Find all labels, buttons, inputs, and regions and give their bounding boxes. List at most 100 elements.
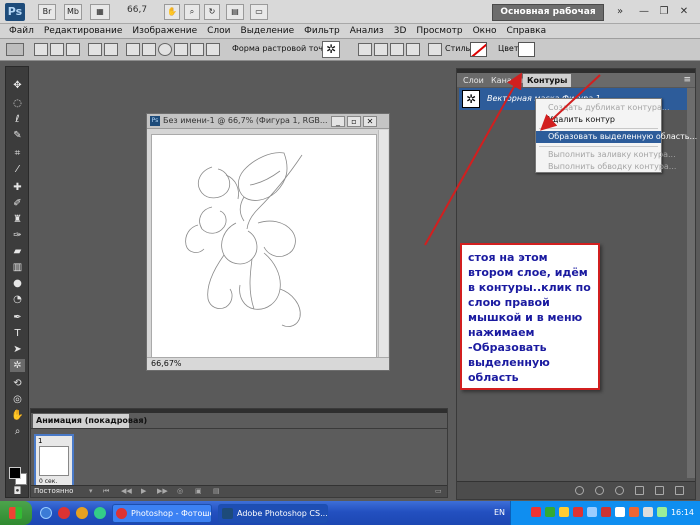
freeform-pen-icon[interactable] (104, 43, 118, 56)
rounded-rectangle-icon[interactable] (142, 43, 156, 56)
menu-image[interactable]: Изображение (127, 24, 202, 39)
style-picker[interactable] (470, 42, 487, 57)
quicklaunch-ie-icon[interactable] (40, 507, 52, 519)
language-indicator[interactable]: EN (494, 508, 505, 517)
tween-icon[interactable]: ◎ (177, 487, 183, 495)
quick-mask-icon[interactable]: ◘ (10, 485, 25, 498)
bridge-button[interactable]: Br (38, 4, 56, 20)
tray-icon[interactable] (587, 507, 597, 517)
healing-brush-icon[interactable]: ✚ (10, 181, 25, 194)
menu-stroke-path[interactable]: Выполнить обводку контура... (536, 161, 676, 173)
pen-tool-icon[interactable]: ✒ (10, 311, 25, 324)
custom-shape-icon[interactable] (206, 43, 220, 56)
animation-tab[interactable]: Анимация (покадровая) (33, 414, 147, 428)
screen-mode-button[interactable]: ▭ (250, 4, 268, 20)
eraser-tool-icon[interactable]: ▰ (10, 245, 25, 258)
marquee-tool-icon[interactable]: ◌ (10, 97, 25, 110)
lasso-tool-icon[interactable]: ℓ (10, 113, 25, 126)
make-work-path-icon[interactable] (635, 486, 644, 495)
dodge-tool-icon[interactable]: ◔ (10, 293, 25, 306)
tray-icon[interactable] (531, 507, 541, 517)
menu-analysis[interactable]: Анализ (345, 24, 389, 39)
pen-tool-icon[interactable] (88, 43, 102, 56)
tray-icon[interactable] (629, 507, 639, 517)
menu-make-selection[interactable]: Образовать выделенную область... (536, 131, 697, 143)
ellipse-shape-icon[interactable] (158, 43, 172, 56)
hand-tool-icon[interactable]: ✋ (10, 409, 25, 422)
zoom-status[interactable]: 66,67% (151, 359, 182, 368)
paths-mode-icon[interactable] (50, 43, 64, 56)
shape-layers-icon[interactable] (34, 43, 48, 56)
3d-orbit-icon[interactable]: ◎ (10, 393, 25, 406)
custom-shape-tool-icon[interactable]: ✲ (10, 359, 25, 372)
menu-file[interactable]: Файл (4, 24, 39, 39)
rectangle-shape-icon[interactable] (126, 43, 140, 56)
quicklaunch-opera-icon[interactable] (58, 507, 70, 519)
document-title-bar[interactable]: Ps Без имени-1 @ 66,7% (Фигура 1, RGB...… (147, 114, 389, 129)
3d-rotate-icon[interactable]: ⟲ (10, 377, 25, 390)
animation-frame[interactable]: 1 0 сек. (34, 434, 74, 487)
loop-dropdown-icon[interactable]: ▾ (89, 487, 93, 495)
menu-window[interactable]: Окно (468, 24, 502, 39)
foreground-color[interactable] (9, 467, 21, 479)
crop-tool-icon[interactable]: ⌗ (10, 147, 25, 160)
polygon-shape-icon[interactable] (174, 43, 188, 56)
workspace-menu-icon[interactable]: » (612, 4, 628, 19)
frame-delay[interactable]: 0 сек. (39, 478, 57, 485)
shape-picker-icon[interactable]: ✲ (322, 41, 340, 58)
hand-tool-button[interactable]: ✋ (164, 4, 180, 20)
combine-intersect-icon[interactable] (390, 43, 404, 56)
fill-path-icon[interactable] (575, 486, 584, 495)
task-adobe-photoshop[interactable]: Adobe Photoshop CS... (218, 504, 328, 523)
combine-add-icon[interactable] (358, 43, 372, 56)
tab-paths[interactable]: Контуры (523, 74, 572, 87)
tray-icon[interactable] (573, 507, 583, 517)
quick-select-icon[interactable]: ✎ (10, 129, 25, 142)
quicklaunch-firefox-icon[interactable] (76, 507, 88, 519)
document-canvas[interactable] (151, 134, 377, 358)
panel-scrollbar[interactable] (687, 88, 695, 478)
menu-help[interactable]: Справка (501, 24, 551, 39)
tray-icon[interactable] (601, 507, 611, 517)
clock[interactable]: 16:14 (671, 508, 694, 517)
delete-frame-icon[interactable]: ▤ (213, 487, 220, 495)
load-selection-icon[interactable] (615, 486, 624, 495)
combine-exclude-icon[interactable] (406, 43, 420, 56)
type-tool-icon[interactable]: T (10, 327, 25, 340)
doc-minimize-icon[interactable]: _ (331, 116, 345, 127)
fill-pixels-icon[interactable] (66, 43, 80, 56)
path-select-icon[interactable]: ➤ (10, 343, 25, 356)
color-swatches[interactable] (9, 467, 27, 485)
zoom-tool-icon[interactable]: ⌕ (10, 425, 25, 438)
panel-menu-icon[interactable]: ≡ (683, 75, 691, 85)
tray-icon[interactable] (545, 507, 555, 517)
view-extras-button[interactable]: ▦ (90, 4, 110, 20)
doc-close-icon[interactable]: ✕ (363, 116, 377, 127)
task-photoshop-browser[interactable]: Photoshop - Фотошо... (112, 504, 212, 523)
history-brush-icon[interactable]: ✑ (10, 229, 25, 242)
line-shape-icon[interactable] (190, 43, 204, 56)
gradient-tool-icon[interactable]: ▥ (10, 261, 25, 274)
mini-bridge-button[interactable]: Mb (64, 4, 82, 20)
zoom-level[interactable]: 66,7 (127, 5, 147, 15)
minimize-icon[interactable]: — (636, 4, 652, 19)
eyedropper-tool-icon[interactable]: ⁄ (10, 163, 25, 176)
clone-stamp-icon[interactable]: ♜ (10, 213, 25, 226)
start-button[interactable] (0, 501, 32, 525)
document-vertical-scrollbar[interactable] (378, 130, 388, 358)
rotate-view-button[interactable]: ↻ (204, 4, 220, 20)
delete-path-icon[interactable] (675, 486, 684, 495)
previous-frame-icon[interactable]: ◀◀ (121, 487, 132, 495)
close-icon[interactable]: ✕ (676, 4, 692, 19)
tool-preset-icon[interactable] (6, 43, 24, 56)
timeline-toggle-icon[interactable]: ▭ (435, 487, 442, 495)
brush-tool-icon[interactable]: ✐ (10, 197, 25, 210)
menu-delete-path[interactable]: Удалить контур (536, 114, 661, 126)
stroke-path-icon[interactable] (595, 486, 604, 495)
link-icon[interactable] (428, 43, 442, 56)
maximize-icon[interactable]: ❐ (656, 4, 672, 19)
new-path-icon[interactable] (655, 486, 664, 495)
combine-subtract-icon[interactable] (374, 43, 388, 56)
blur-tool-icon[interactable]: ● (10, 277, 25, 290)
workspace-switcher[interactable]: Основная рабочая среда (492, 4, 604, 32)
